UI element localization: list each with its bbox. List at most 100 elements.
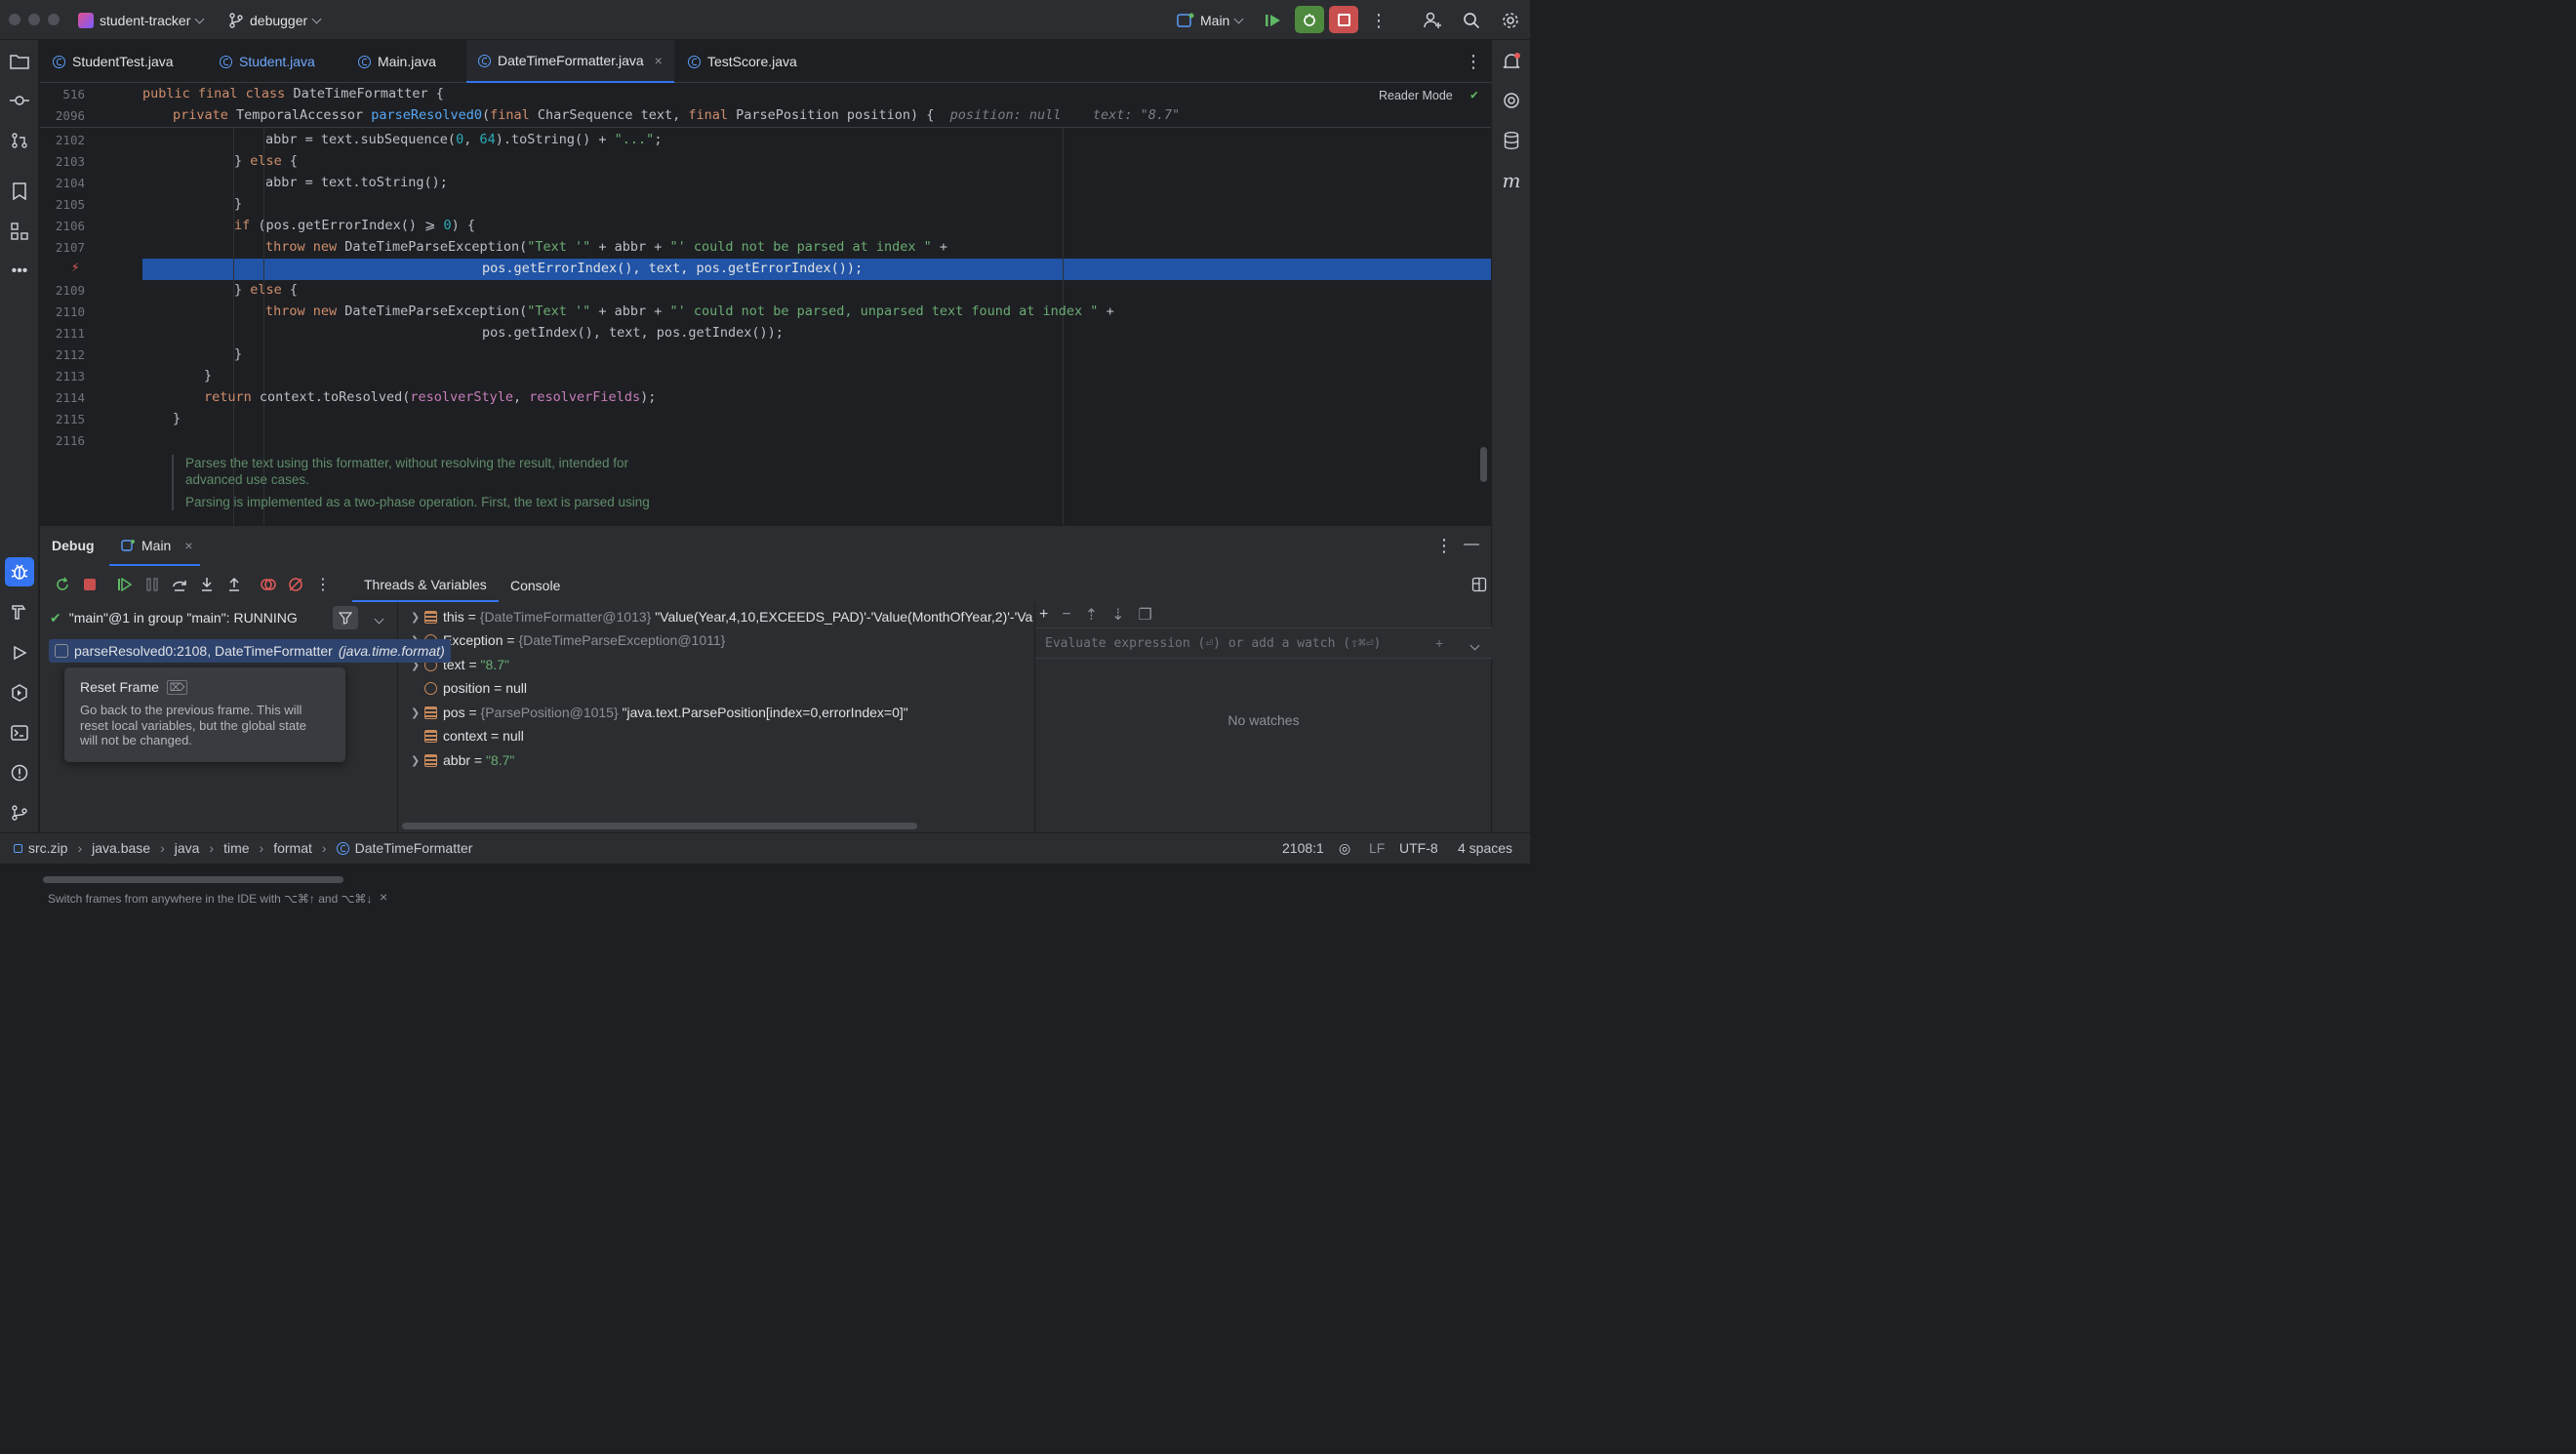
- code-editor[interactable]: 516 2096 2102 2103 2104 2105 2106 2107 ⚡…: [40, 84, 1491, 525]
- bookmarks-tool-button[interactable]: [8, 180, 31, 203]
- stop-button[interactable]: [1329, 6, 1358, 33]
- tab-main[interactable]: Main.java: [358, 40, 436, 83]
- more-debug-actions-button[interactable]: ⋮: [313, 575, 333, 594]
- notifications-button[interactable]: [1500, 50, 1523, 73]
- close-window-button[interactable]: [9, 14, 20, 25]
- remove-watch-icon[interactable]: −: [1062, 606, 1070, 624]
- tooltip-text: Go back to the previous frame. This will: [80, 703, 302, 717]
- breadcrumb-item[interactable]: format: [273, 840, 312, 856]
- expand-icon[interactable]: ❯: [411, 611, 424, 624]
- editor-scrollbar[interactable]: [1480, 447, 1487, 482]
- search-everywhere-button[interactable]: [1459, 8, 1484, 33]
- breadcrumb-item[interactable]: DateTimeFormatter: [355, 840, 473, 856]
- line-separator[interactable]: LF: [1369, 840, 1385, 856]
- test-class-icon: [53, 55, 65, 68]
- variable-row-exception[interactable]: ❯ Exception = {DateTimeParseException@10…: [411, 628, 725, 652]
- add-watch-icon[interactable]: +: [1039, 606, 1048, 624]
- commit-tool-button[interactable]: [8, 89, 31, 112]
- problems-tool-button[interactable]: [8, 761, 31, 785]
- hide-panel-button[interactable]: —: [1464, 536, 1479, 553]
- reader-mode-toggle[interactable]: Reader Mode: [1379, 89, 1453, 102]
- indent-setting[interactable]: 4 spaces: [1458, 840, 1512, 856]
- breadcrumb-item[interactable]: java: [175, 840, 200, 856]
- project-tool-button[interactable]: [8, 50, 31, 73]
- variables-scrollbar[interactable]: [402, 823, 917, 829]
- debug-rerun-button[interactable]: [1295, 6, 1324, 33]
- variable-row-context[interactable]: context = null: [411, 724, 524, 747]
- view-breakpoints-button[interactable]: [259, 575, 278, 594]
- expand-icon[interactable]: ❯: [411, 707, 424, 719]
- breadcrumb-item[interactable]: java.base: [92, 840, 150, 856]
- variable-row-this[interactable]: ❯ this = {DateTimeFormatter@1013} "Value…: [411, 605, 1032, 628]
- frames-scrollbar[interactable]: [43, 876, 343, 883]
- shortcut-icon: ⌦: [166, 679, 188, 695]
- layout-settings-button[interactable]: [1469, 575, 1489, 594]
- exception-breakpoint-icon[interactable]: ⚡: [71, 260, 79, 275]
- step-into-button[interactable]: [197, 575, 217, 594]
- more-tools-button[interactable]: •••: [8, 260, 31, 283]
- structure-tool-button[interactable]: [8, 220, 31, 243]
- expression-history-dropdown[interactable]: [1469, 636, 1480, 652]
- debug-session-tab[interactable]: Main ×: [109, 526, 200, 566]
- more-actions-button[interactable]: ⋮: [1366, 8, 1391, 33]
- tab-options-button[interactable]: ⋮: [1465, 40, 1482, 83]
- duplicate-watch-icon[interactable]: ❐: [1139, 605, 1152, 625]
- expand-icon[interactable]: ❯: [411, 754, 424, 767]
- tab-studenttest[interactable]: StudentTest.java: [53, 40, 174, 83]
- caret-position[interactable]: 2108:1: [1282, 840, 1324, 856]
- move-down-icon[interactable]: ⇣: [1111, 605, 1124, 625]
- breadcrumb-item[interactable]: time: [223, 840, 249, 856]
- tab-console[interactable]: Console: [499, 569, 572, 602]
- move-up-icon[interactable]: ⇡: [1085, 605, 1098, 625]
- filter-frames-button[interactable]: [333, 606, 358, 629]
- resume-program-button[interactable]: [1261, 8, 1286, 33]
- thread-dropdown-button[interactable]: [374, 610, 384, 626]
- code-with-me-button[interactable]: [1420, 8, 1445, 33]
- close-session-icon[interactable]: ×: [184, 538, 192, 553]
- variable-row-abbr[interactable]: ❯ abbr = "8.7": [411, 748, 514, 772]
- evaluate-expression-field[interactable]: Evaluate expression (⏎) or add a watch (…: [1035, 627, 1492, 659]
- terminal-tool-button[interactable]: [8, 721, 31, 745]
- debug-options-button[interactable]: ⋮: [1435, 536, 1453, 556]
- breadcrumb-item[interactable]: src.zip: [28, 840, 67, 856]
- field-icon: [424, 729, 437, 743]
- add-watch-inline-icon[interactable]: +: [1435, 635, 1443, 651]
- maven-button[interactable]: m: [1500, 169, 1523, 192]
- variable-row-position[interactable]: position = null: [411, 676, 527, 700]
- run-tool-button[interactable]: [8, 641, 31, 665]
- variable-row-pos[interactable]: ❯ pos = {ParsePosition@1015} "java.text.…: [411, 701, 908, 724]
- thread-selector[interactable]: ✔ "main"@1 in group "main": RUNNING: [50, 606, 298, 629]
- pull-requests-tool-button[interactable]: [8, 129, 31, 152]
- database-button[interactable]: [1500, 129, 1523, 152]
- step-out-button[interactable]: [224, 575, 244, 594]
- debug-tool-button[interactable]: [5, 557, 34, 586]
- rerun-button[interactable]: [53, 575, 72, 594]
- branch-selector[interactable]: debugger: [228, 10, 322, 31]
- pause-button[interactable]: [142, 575, 162, 594]
- step-over-button[interactable]: [170, 575, 189, 594]
- maximize-window-button[interactable]: [48, 14, 60, 25]
- stop-debug-button[interactable]: [80, 575, 100, 594]
- tab-threads-variables[interactable]: Threads & Variables: [352, 569, 499, 602]
- dismiss-hint-icon[interactable]: ×: [380, 889, 387, 905]
- minimize-window-button[interactable]: [28, 14, 40, 25]
- services-tool-button[interactable]: [8, 681, 31, 705]
- stack-frame-item[interactable]: parseResolved0:2108, DateTimeFormatter (…: [49, 639, 451, 663]
- close-tab-icon[interactable]: ×: [655, 53, 663, 68]
- breadcrumb-separator-icon: ›: [160, 840, 165, 856]
- settings-button[interactable]: [1498, 8, 1523, 33]
- resume-button[interactable]: [115, 575, 135, 594]
- tab-student[interactable]: Student.java: [220, 40, 315, 83]
- project-selector[interactable]: student-tracker: [78, 10, 205, 31]
- tab-datetimeformatter[interactable]: DateTimeFormatter.java ×: [466, 40, 674, 83]
- tab-testscore[interactable]: TestScore.java: [688, 40, 797, 83]
- git-tool-button[interactable]: [8, 801, 31, 825]
- mute-breakpoints-button[interactable]: [286, 575, 305, 594]
- reset-frame-icon[interactable]: [55, 644, 68, 658]
- file-encoding[interactable]: UTF-8: [1399, 840, 1438, 856]
- ai-status-icon[interactable]: ◎: [1339, 840, 1350, 857]
- ai-assistant-button[interactable]: [1500, 89, 1523, 112]
- build-tool-button[interactable]: [8, 600, 31, 624]
- no-problems-check-icon[interactable]: ✔: [1470, 88, 1478, 102]
- run-config-selector[interactable]: Main: [1177, 10, 1244, 31]
